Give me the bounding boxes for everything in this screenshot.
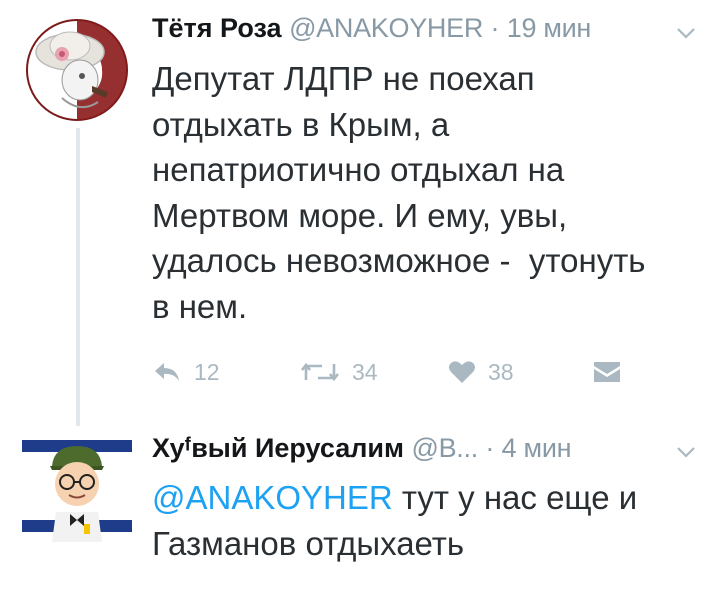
meta-separator: · (490, 13, 500, 43)
heart-icon (449, 361, 475, 383)
thread-connector-line (76, 128, 80, 426)
direct-message-icon (594, 362, 620, 382)
author-avatar[interactable] (22, 432, 132, 542)
author-name[interactable]: Хуᶠвый Иерусалим (152, 433, 404, 463)
soldier-avatar-icon (22, 432, 132, 542)
reply-button[interactable]: 12 (152, 352, 220, 392)
author-handle[interactable]: @ANAKOYHER (289, 13, 483, 43)
tweet-text: Депутат ЛДПР не поехап отдыхать в Крым, … (152, 60, 646, 325)
author-handle[interactable]: @B... (411, 433, 478, 463)
mention-link[interactable]: @ANAKOYHER (152, 479, 393, 516)
meta-separator: · (485, 433, 495, 463)
tweet-timestamp[interactable]: 19 мин (507, 13, 592, 43)
tweet-header: Тётя Роза @ANAKOYHER · 19 мин (152, 8, 591, 48)
chevron-down-icon[interactable] (676, 445, 696, 459)
chevron-down-icon[interactable] (676, 26, 696, 40)
like-count: 38 (488, 358, 514, 385)
author-avatar[interactable] (22, 18, 132, 123)
lady-with-hat-avatar-icon (26, 19, 128, 121)
direct-message-button[interactable] (592, 352, 622, 392)
author-name[interactable]: Тётя Роза (152, 13, 282, 43)
tweet-header: Хуᶠвый Иерусалим @B... · 4 мин (152, 428, 572, 468)
tweet-timestamp[interactable]: 4 мин (502, 433, 572, 463)
retweet-count: 34 (352, 358, 378, 385)
retweet-icon (300, 362, 340, 382)
like-button[interactable]: 38 (448, 352, 514, 392)
tweet-text: @ANAKOYHER тут у нас еще и Газманов отды… (152, 475, 697, 566)
retweet-button[interactable]: 34 (300, 352, 378, 392)
reply-count: 12 (194, 358, 220, 385)
reply-icon (155, 363, 179, 381)
